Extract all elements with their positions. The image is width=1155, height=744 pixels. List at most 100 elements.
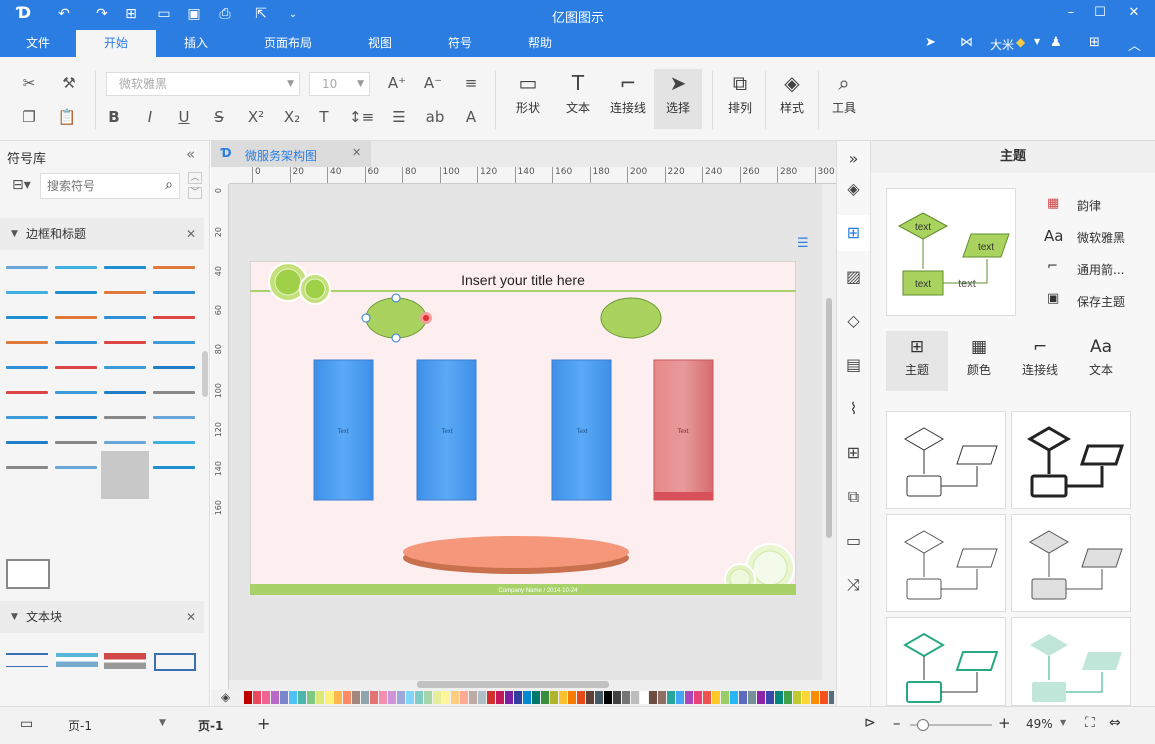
cut-icon[interactable]: ✂ [18, 74, 40, 92]
strikethrough-icon[interactable]: S [208, 108, 230, 126]
menu-tab-page-layout[interactable]: 页面布局 [252, 30, 324, 57]
table-icon[interactable]: ⊞ [837, 435, 870, 471]
color-swatch[interactable] [406, 691, 414, 704]
color-swatch[interactable] [631, 691, 639, 704]
align-icon[interactable]: ≡ [460, 74, 482, 92]
color-swatch[interactable] [442, 691, 450, 704]
search-input[interactable] [47, 175, 155, 197]
select-button[interactable]: ➤ 选择 [654, 69, 702, 129]
color-swatch[interactable] [649, 691, 657, 704]
text-format-icon[interactable]: T [313, 108, 335, 126]
close-button[interactable]: ✕ [1124, 5, 1144, 20]
color-swatch[interactable] [802, 691, 810, 704]
export-icon[interactable]: ⇱ [251, 6, 271, 22]
frame-symbol[interactable] [55, 291, 97, 294]
frame-symbol[interactable] [153, 291, 195, 294]
horizontal-scroll-thumb[interactable] [417, 681, 609, 688]
selection-handle[interactable] [391, 333, 401, 343]
skin-icon[interactable]: ♟ [1050, 35, 1062, 50]
color-swatch[interactable] [343, 691, 351, 704]
frame-symbol[interactable] [104, 266, 146, 269]
theme-icon[interactable]: ⊞ [837, 215, 870, 251]
presentation-icon[interactable]: ▭ [837, 523, 870, 559]
line-spacing-icon[interactable]: ↕≡ [349, 108, 374, 126]
color-swatch[interactable] [622, 691, 630, 704]
layers-icon[interactable]: ◇ [837, 303, 870, 339]
font-color-icon[interactable]: A [460, 108, 482, 126]
color-swatch[interactable] [370, 691, 378, 704]
color-swatches[interactable] [244, 691, 834, 704]
frame-symbol[interactable] [6, 441, 48, 444]
color-swatch[interactable] [739, 691, 747, 704]
color-swatch[interactable] [811, 691, 819, 704]
add-page-icon[interactable]: + [257, 714, 270, 733]
fill-bucket-icon[interactable]: ◈ [221, 690, 230, 704]
frame-symbol[interactable] [104, 441, 146, 444]
redo-icon[interactable]: ↷ [92, 6, 112, 22]
frame-symbol[interactable] [6, 341, 48, 344]
theme-tab-theme[interactable]: ⊞ 主题 [886, 331, 948, 391]
search-symbols-field[interactable]: ⌕ [40, 173, 180, 199]
color-swatch[interactable] [352, 691, 360, 704]
frame-symbol[interactable] [55, 466, 97, 469]
theme-tab-color[interactable]: ▦ 颜色 [948, 331, 1010, 391]
menu-tab-symbol[interactable]: 符号 [436, 30, 484, 57]
color-swatch[interactable] [721, 691, 729, 704]
page-icon[interactable]: ▤ [837, 347, 870, 383]
service-box-1[interactable]: Text [313, 359, 374, 501]
customize-dropdown-icon[interactable]: ⌄ [283, 9, 303, 20]
diagram-page[interactable]: Insert your title here Text Text Text Te… [250, 261, 796, 595]
zoom-in-icon[interactable]: + [998, 714, 1011, 732]
color-swatch[interactable] [757, 691, 765, 704]
color-swatch[interactable] [766, 691, 774, 704]
collapse-left-icon[interactable]: « [186, 145, 195, 163]
frame-symbol[interactable] [6, 416, 48, 419]
user-dropdown-icon[interactable]: ▼ [1034, 37, 1040, 46]
color-swatch[interactable] [667, 691, 675, 704]
color-swatch[interactable] [577, 691, 585, 704]
close-tab-icon[interactable]: ✕ [352, 146, 361, 159]
font-family-select[interactable]: 微软雅黑 ▼ [106, 72, 300, 96]
fit-width-icon[interactable]: ⇔ [1109, 715, 1121, 731]
frame-symbol[interactable] [6, 316, 48, 319]
color-swatch[interactable] [712, 691, 720, 704]
search-icon[interactable]: ⌕ [165, 177, 173, 193]
zoom-level[interactable]: 49% [1026, 717, 1053, 731]
menu-file[interactable]: 文件 [14, 30, 62, 57]
color-swatch[interactable] [298, 691, 306, 704]
connector-button[interactable]: ⌐ 连接线 [604, 69, 652, 116]
frame-symbol[interactable] [55, 341, 97, 344]
color-swatch[interactable] [379, 691, 387, 704]
service-box-4[interactable]: Text [653, 359, 714, 501]
color-swatch[interactable] [253, 691, 261, 704]
theme-option-arrow[interactable]: 通用箭... [1077, 261, 1124, 278]
scroll-down-icon[interactable]: ﹀ [188, 187, 202, 199]
color-swatch[interactable] [685, 691, 693, 704]
document-tab[interactable]: Ɗ 微服务架构图 ✕ [211, 141, 371, 167]
user-name[interactable]: 大米 [990, 36, 1014, 53]
color-swatch[interactable] [424, 691, 432, 704]
subscript-icon[interactable]: X₂ [281, 108, 303, 126]
textblock-symbol-2[interactable] [56, 653, 98, 667]
color-swatch[interactable] [460, 691, 468, 704]
theme-thumb-5[interactable] [886, 617, 1006, 706]
bold-icon[interactable]: B [103, 108, 125, 126]
library-scrollbar[interactable] [202, 351, 208, 397]
color-swatch[interactable] [604, 691, 612, 704]
frame-symbol[interactable] [55, 366, 97, 369]
play-icon[interactable]: ⊳ [864, 715, 876, 731]
bullets-icon[interactable]: ☰ [388, 108, 410, 126]
italic-icon[interactable]: I [139, 108, 161, 126]
color-swatch[interactable] [307, 691, 315, 704]
collapse-ribbon-icon[interactable]: ︿ [1128, 35, 1141, 54]
frame-symbol[interactable] [153, 466, 195, 469]
color-swatch[interactable] [595, 691, 603, 704]
text-case-icon[interactable]: ab [424, 108, 446, 126]
color-swatch[interactable] [478, 691, 486, 704]
frame-symbol[interactable] [153, 391, 195, 394]
frame-symbol[interactable] [55, 266, 97, 269]
superscript-icon[interactable]: X² [245, 108, 267, 126]
close-section-icon[interactable]: ✕ [186, 218, 196, 250]
textblock-symbol-3[interactable] [104, 653, 146, 669]
service-box-2[interactable]: Text [416, 359, 477, 501]
